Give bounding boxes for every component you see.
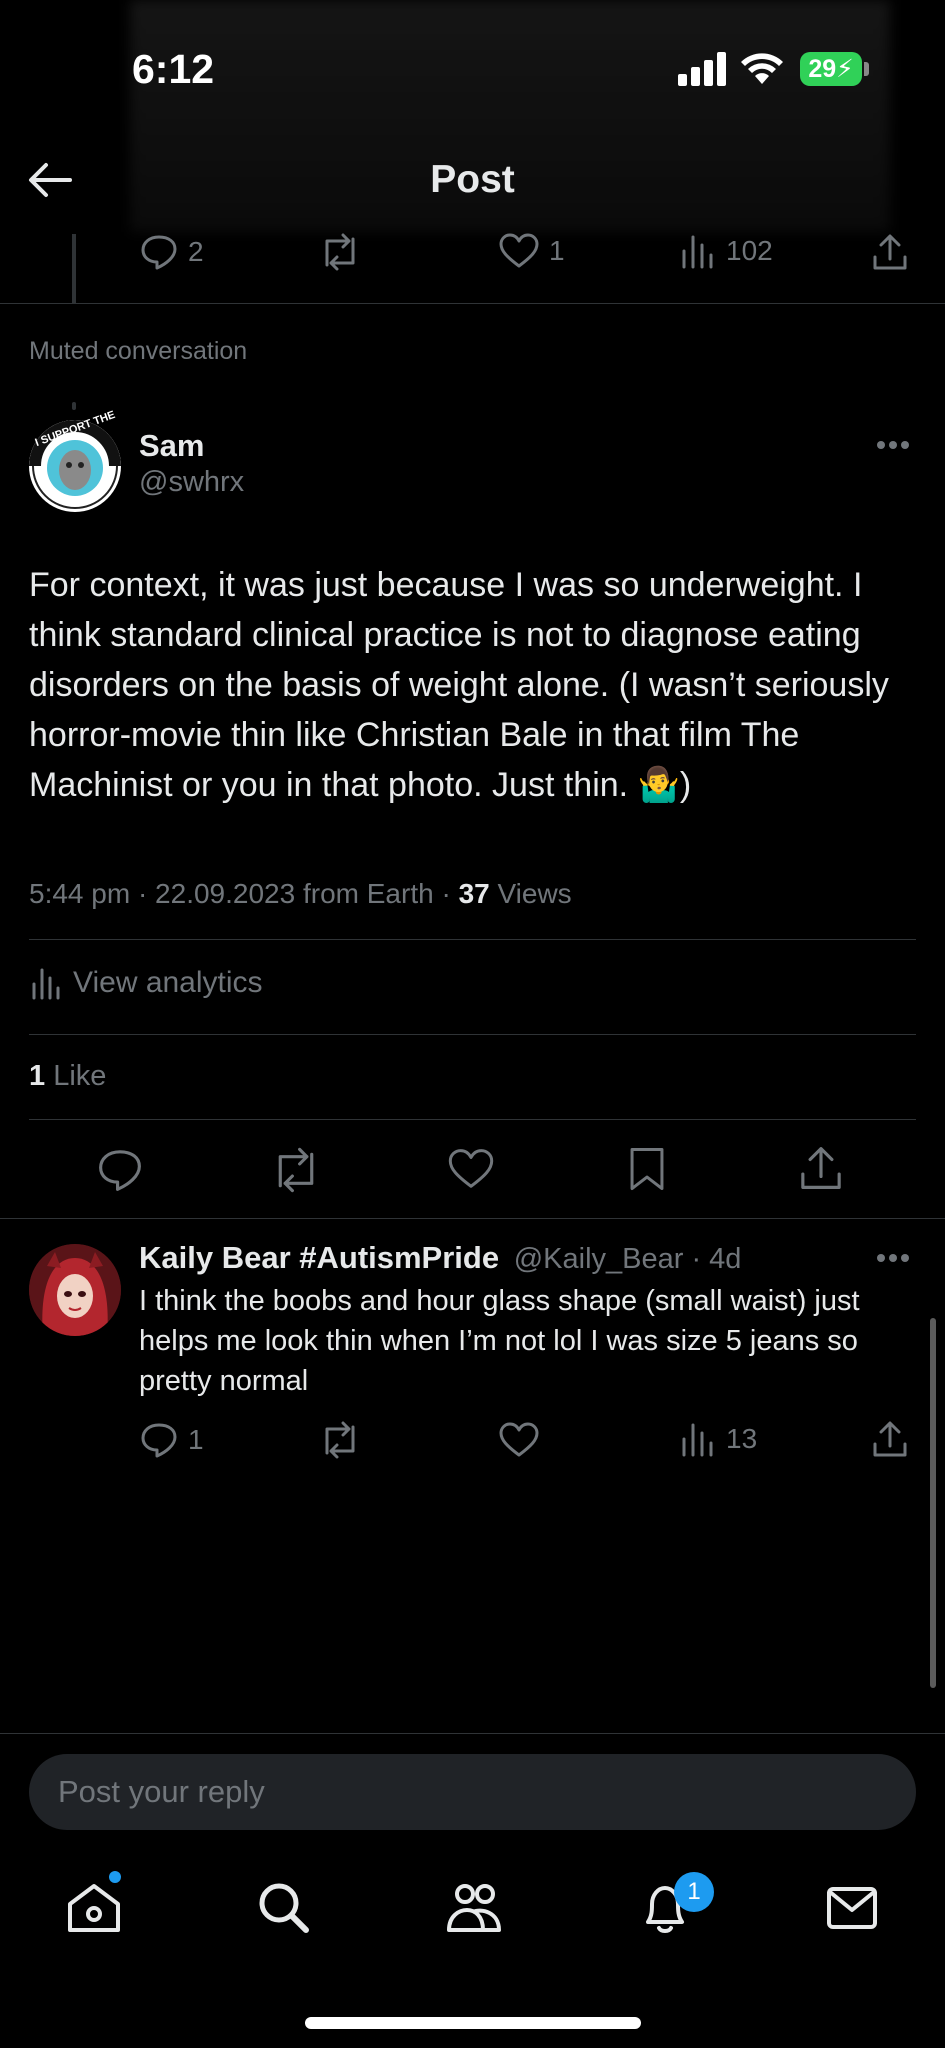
- divider: [0, 303, 945, 304]
- divider: [29, 939, 916, 940]
- likes-label: Like: [45, 1060, 107, 1092]
- divider: [29, 1034, 916, 1035]
- prev-share-icon[interactable]: [872, 233, 908, 271]
- reply-author-name[interactable]: Kaily Bear #AutismPride: [139, 1240, 499, 1275]
- reply-text: I think the boobs and hour glass shape (…: [139, 1285, 860, 1397]
- divider: [0, 1733, 945, 1734]
- view-analytics-label: View analytics: [73, 966, 263, 999]
- home-indicator[interactable]: [305, 2017, 641, 2029]
- status-time: 6:12: [132, 46, 215, 92]
- heart-icon: [499, 233, 539, 269]
- reply-header: Kaily Bear #AutismPride @Kaily_Bear · 4d: [139, 1240, 741, 1276]
- reply-views-count: 13: [726, 1423, 758, 1454]
- reply-reply-button[interactable]: 1: [140, 1421, 204, 1459]
- signal-icon: [678, 52, 728, 86]
- prev-like-count: 1: [549, 235, 565, 266]
- prev-views-button[interactable]: 102: [680, 233, 773, 269]
- reply-icon: [140, 233, 178, 271]
- post-timestamp: 5:44 pm · 22.09.2023 from Earth ·: [29, 878, 459, 909]
- post-author-handle[interactable]: @swhrx: [139, 466, 244, 499]
- like-button[interactable]: [448, 1148, 494, 1190]
- analytics-icon: [680, 1421, 716, 1457]
- share-button[interactable]: [799, 1145, 843, 1191]
- reply-button[interactable]: [97, 1147, 143, 1193]
- reply-avatar[interactable]: [29, 1244, 121, 1336]
- bookmark-button[interactable]: [628, 1146, 666, 1192]
- page-title: Post: [430, 158, 515, 201]
- post-author-name[interactable]: Sam: [139, 428, 204, 464]
- reply-icon: [140, 1421, 178, 1459]
- analytics-icon: [31, 966, 63, 1000]
- view-analytics-button[interactable]: View analytics: [31, 966, 263, 1000]
- thread-line: [72, 234, 76, 304]
- views-label: Views: [489, 878, 572, 909]
- divider: [0, 1218, 945, 1219]
- thread-dot: [72, 402, 76, 410]
- communities-icon[interactable]: [445, 1882, 503, 1934]
- notifications-badge: 1: [674, 1872, 714, 1912]
- reply-repost-button[interactable]: [319, 1421, 361, 1459]
- post-text: For context, it was just because I was s…: [29, 566, 889, 804]
- search-icon[interactable]: [256, 1880, 310, 1934]
- post-meta: 5:44 pm · 22.09.2023 from Earth · 37 Vie…: [29, 878, 572, 910]
- reply-like-button[interactable]: [499, 1422, 539, 1458]
- reply-reply-count: 1: [188, 1424, 204, 1455]
- analytics-icon: [680, 233, 716, 269]
- prev-reply-count: 2: [188, 236, 204, 267]
- divider: [29, 1119, 916, 1120]
- prev-repost-button[interactable]: [319, 233, 361, 271]
- reply-more-options-icon[interactable]: [876, 1253, 910, 1263]
- prev-like-button[interactable]: 1: [499, 233, 565, 269]
- reply-views-button[interactable]: 13: [680, 1421, 757, 1457]
- battery-level: 29: [808, 55, 837, 83]
- more-options-icon[interactable]: [876, 440, 910, 450]
- wifi-icon: [740, 50, 784, 86]
- muted-conversation-label: Muted conversation: [29, 337, 248, 365]
- charging-icon: ⚡: [836, 55, 854, 83]
- likes-count: 1: [29, 1060, 46, 1092]
- reply-input[interactable]: Post your reply: [29, 1754, 916, 1830]
- reply-share-icon[interactable]: [872, 1420, 908, 1458]
- prev-views-count: 102: [726, 235, 773, 266]
- repost-button[interactable]: [270, 1147, 322, 1193]
- home-icon[interactable]: [66, 1882, 122, 1934]
- prev-reply-button[interactable]: 2: [140, 233, 204, 271]
- messages-icon[interactable]: [826, 1886, 878, 1930]
- reply-author-handle[interactable]: @Kaily_Bear · 4d: [514, 1243, 742, 1275]
- scrollbar[interactable]: [930, 1318, 936, 1688]
- battery-tip: [864, 62, 869, 76]
- battery-indicator: 29⚡: [800, 52, 862, 86]
- home-notification-dot: [109, 1871, 121, 1883]
- likes-summary[interactable]: 1 Like: [29, 1060, 106, 1093]
- views-count: 37: [458, 878, 490, 909]
